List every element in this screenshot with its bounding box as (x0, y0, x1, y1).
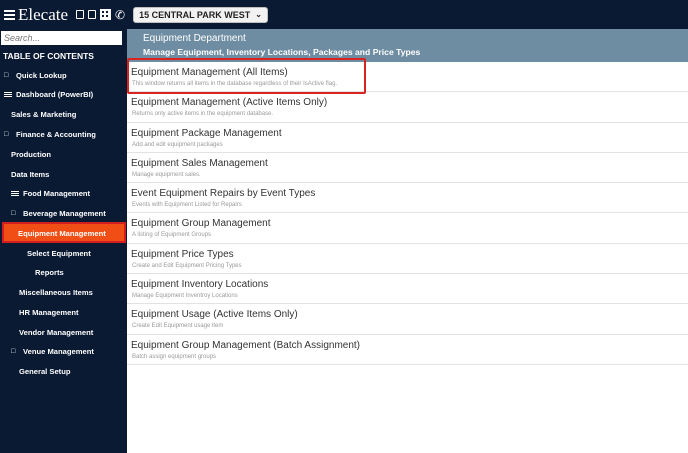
sidebar-item-label: Select Equipment (27, 249, 91, 258)
list-item[interactable]: Equipment Group Management (Batch Assign… (127, 335, 688, 365)
sidebar-item-label: Venue Management (23, 347, 94, 356)
venue-selector[interactable]: 15 CENTRAL PARK WEST ⌄ (133, 6, 268, 23)
sidebar-item-label: Sales & Marketing (11, 110, 77, 119)
app-logo[interactable]: Elecate (18, 5, 68, 25)
sidebar-item-vendor-management[interactable]: Vendor Management (19, 328, 93, 337)
list-item-title[interactable]: Equipment Management (Active Items Only) (131, 97, 327, 108)
list-item-description: Returns only active items in the equipme… (132, 111, 274, 118)
folder-icon: □ (11, 348, 16, 355)
page-subtitle: Manage Equipment, Inventory Locations, P… (143, 47, 421, 57)
list-item-title[interactable]: Equipment Inventory Locations (131, 279, 268, 290)
list-item-description: Create and Edit Equipment Pricing Types (132, 262, 242, 269)
sidebar-item-general-setup[interactable]: General Setup (19, 367, 70, 376)
list-item-title[interactable]: Equipment Group Management (131, 218, 271, 229)
chevron-down-icon: ⌄ (255, 10, 262, 19)
list-item-title[interactable]: Event Equipment Repairs by Event Types (131, 188, 315, 199)
list-item[interactable]: Equipment Group Management A listing of … (127, 213, 688, 244)
sidebar-item-label: Production (11, 150, 52, 159)
sidebar-item-label: Vendor Management (19, 328, 94, 337)
list-item-title[interactable]: Equipment Sales Management (131, 158, 268, 169)
list-item[interactable]: Equipment Price Types Create and Edit Eq… (127, 244, 688, 275)
toc-title: TABLE OF CONTENTS (3, 51, 94, 61)
list-icon (4, 91, 12, 98)
list-item[interactable]: Equipment Sales Management Manage equipm… (127, 153, 688, 184)
sidebar-item-select-equipment[interactable]: Select Equipment (27, 249, 91, 258)
window-icon[interactable] (76, 10, 85, 19)
list-item-description: Add and edit equipment packages (132, 141, 223, 148)
list-item-description: Manage equipment sales. (132, 171, 201, 178)
sidebar-item-dashboard[interactable]: Dashboard (PowerBI) (4, 90, 93, 99)
menu-icon[interactable] (4, 9, 15, 20)
list-item[interactable]: Equipment Management (Active Items Only)… (127, 92, 688, 123)
sidebar-item-sales-marketing[interactable]: Sales & Marketing (11, 110, 76, 119)
sidebar-item-production[interactable]: Production (11, 150, 51, 159)
sidebar-item-label: HR Management (19, 308, 79, 317)
list-item-title[interactable]: Equipment Package Management (131, 128, 282, 139)
list-item[interactable]: Equipment Inventory Locations Manage Equ… (127, 274, 688, 305)
sidebar-item-label: General Setup (19, 367, 71, 376)
list-item-description: A listing of Equipment Groups (132, 232, 212, 239)
sidebar-item-label: Finance & Accounting (16, 130, 96, 139)
sidebar-item-label: Beverage Management (23, 209, 106, 218)
sidebar-item-label: Data Items (11, 170, 50, 179)
module-list: Equipment Management (All Items) This wi… (127, 62, 688, 365)
list-item-title[interactable]: Equipment Price Types (131, 249, 234, 260)
sidebar-item-venue-management[interactable]: □ Venue Management (11, 347, 94, 356)
page-title: Equipment Department (143, 33, 246, 44)
sidebar-item-reports[interactable]: Reports (35, 268, 64, 277)
sidebar-item-food-management[interactable]: Food Management (11, 189, 90, 198)
sidebar-item-beverage-management[interactable]: □ Beverage Management (11, 209, 106, 218)
folder-icon: □ (4, 72, 9, 79)
folder-icon: □ (11, 210, 16, 217)
list-item-description: Manage Equipment Inventroy Locations (132, 293, 238, 300)
sidebar-item-miscellaneous-items[interactable]: Miscellaneous Items (19, 288, 93, 297)
venue-selector-label: 15 CENTRAL PARK WEST (139, 9, 251, 20)
top-bar: Elecate ✆ 15 CENTRAL PARK WEST ⌄ (0, 0, 688, 29)
list-item[interactable]: Equipment Usage (Active Items Only) Crea… (127, 304, 688, 335)
phone-icon[interactable]: ✆ (115, 9, 125, 21)
sidebar-item-label: Quick Lookup (16, 71, 67, 80)
window-icon[interactable] (88, 10, 97, 19)
sidebar-item-data-items[interactable]: Data Items (11, 170, 49, 179)
sidebar-item-label: Food Management (23, 189, 91, 198)
list-item-title[interactable]: Equipment Group Management (Batch Assign… (131, 340, 360, 351)
list-icon (11, 190, 19, 197)
sidebar-item-quick-lookup[interactable]: □ Quick Lookup (4, 71, 67, 80)
list-item-description: Events with Equipment Listed for Repairs (132, 202, 242, 209)
building-icon[interactable] (100, 9, 112, 20)
list-item[interactable]: Event Equipment Repairs by Event Types E… (127, 183, 688, 214)
sidebar-item-label: Miscellaneous Items (19, 288, 93, 297)
folder-icon: □ (4, 131, 9, 138)
list-item[interactable]: Equipment Package Management Add and edi… (127, 123, 688, 153)
search-input[interactable] (1, 31, 122, 45)
sidebar-item-label: Equipment Management (18, 229, 106, 238)
sidebar-item-label: Reports (35, 268, 64, 277)
list-item-description: Batch assign equipment groups (132, 353, 217, 360)
sidebar-item-finance-accounting[interactable]: □ Finance & Accounting (4, 130, 96, 139)
list-item-title[interactable]: Equipment Usage (Active Items Only) (131, 309, 298, 320)
sidebar-item-label: Dashboard (PowerBI) (16, 90, 94, 99)
list-item-description: Create Edit Equipment usage item (132, 323, 224, 330)
highlight-box (127, 58, 366, 94)
sidebar-item-hr-management[interactable]: HR Management (19, 308, 79, 317)
